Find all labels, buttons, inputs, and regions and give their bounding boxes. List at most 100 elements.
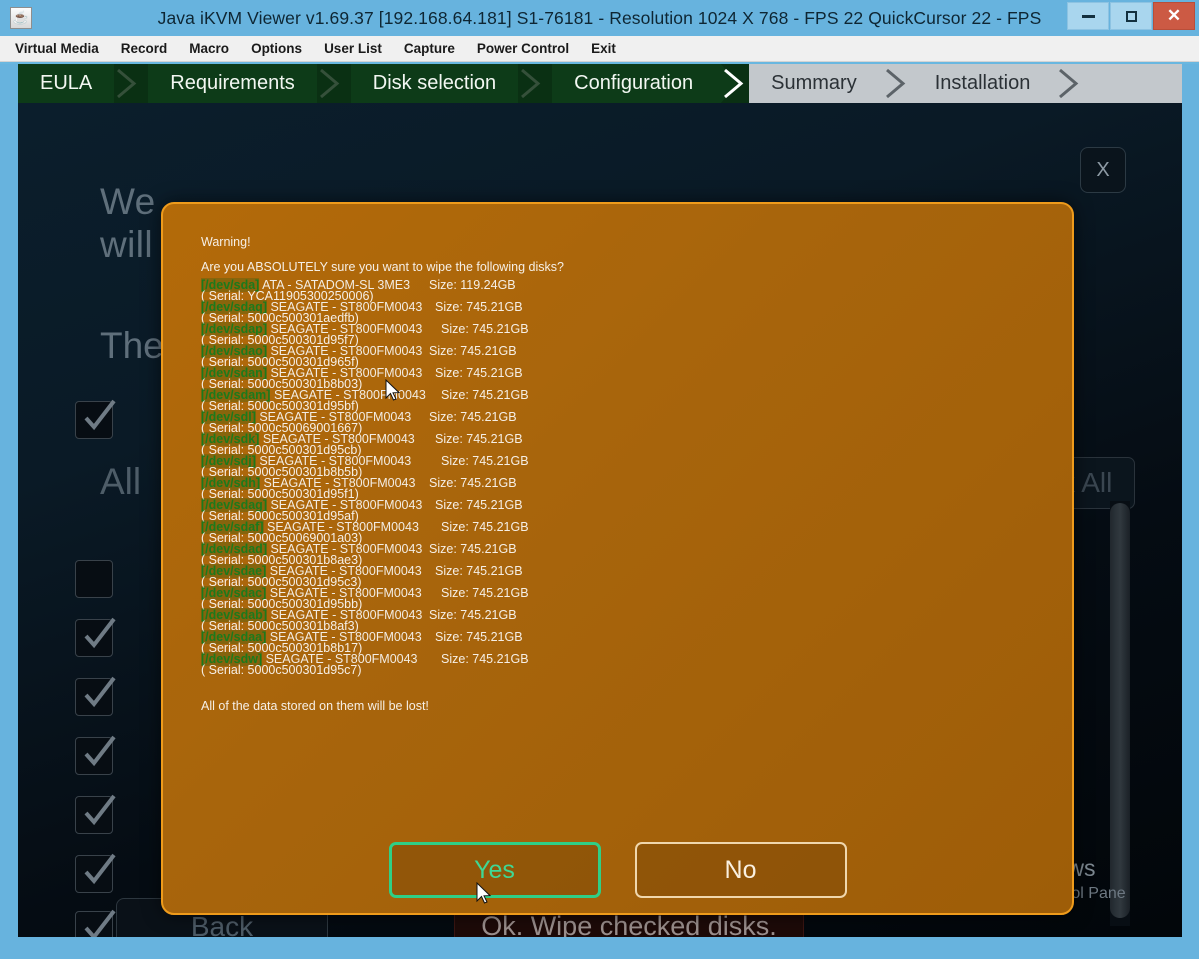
disk-size: Size: 745.21GB	[429, 410, 517, 424]
disk-entry: [/dev/sdad] SEAGATE - ST800FM0043Size: 7…	[201, 542, 1042, 564]
disk-checkbox[interactable]	[75, 737, 113, 775]
data-loss-notice: All of the data stored on them will be l…	[201, 699, 429, 713]
disk-entry: [/dev/sdae] SEAGATE - ST800FM0043Size: 7…	[201, 564, 1042, 586]
step-label: Requirements	[170, 72, 295, 95]
step-chevron-icon	[518, 64, 552, 103]
disk-checkbox[interactable]	[75, 911, 113, 937]
step-chevron-icon	[879, 64, 913, 103]
disk-checkbox[interactable]	[75, 401, 113, 439]
confirm-no-button[interactable]: No	[635, 842, 847, 898]
disk-size: Size: 745.21GB	[441, 586, 529, 600]
step-bar-filler	[1086, 64, 1182, 103]
close-window-button[interactable]: ✕	[1153, 2, 1195, 30]
checkmark-icon	[78, 732, 120, 774]
window-titlebar: ☕ Java iKVM Viewer v1.69.37 [192.168.64.…	[0, 0, 1199, 36]
disk-checkbox[interactable]	[75, 560, 113, 598]
step-chevron-icon	[715, 64, 749, 103]
menu-user-list[interactable]: User List	[313, 38, 393, 59]
checkmark-icon	[78, 614, 120, 656]
window-title: Java iKVM Viewer v1.69.37 [192.168.64.18…	[0, 8, 1199, 29]
ikvm-viewer-window: ☕ Java iKVM Viewer v1.69.37 [192.168.64.…	[0, 0, 1199, 959]
menu-exit[interactable]: Exit	[580, 38, 627, 59]
disk-checkbox[interactable]	[75, 619, 113, 657]
disk-entry: [/dev/sdaa] SEAGATE - ST800FM0043Size: 7…	[201, 630, 1042, 652]
disk-checkbox[interactable]	[75, 855, 113, 893]
step-label: Disk selection	[373, 72, 496, 95]
dialog-button-row: Yes No	[163, 842, 1072, 898]
menu-macro[interactable]: Macro	[178, 38, 240, 59]
step-disk-selection[interactable]: Disk selection	[351, 64, 518, 103]
disk-size: Size: 745.21GB	[441, 322, 529, 336]
wipe-confirmation-dialog: Warning! Are you ABSOLUTELY sure you wan…	[161, 202, 1074, 915]
disk-size: Size: 745.21GB	[429, 542, 517, 556]
installer-step-breadcrumb: EULA Requirements Disk selection Configu…	[18, 64, 1182, 103]
maximize-button[interactable]	[1110, 2, 1152, 30]
disk-serial: ( Serial: 5000c500301d95c7)	[201, 663, 362, 677]
disk-size: Size: 745.21GB	[435, 300, 523, 314]
confirmation-question: Are you ABSOLUTELY sure you want to wipe…	[201, 260, 564, 274]
close-icon: X	[1096, 159, 1109, 182]
select-all-label: All	[100, 461, 141, 503]
disk-checkbox[interactable]	[75, 678, 113, 716]
disk-entry: [/dev/sdw] SEAGATE - ST800FM0043Size: 74…	[201, 652, 1042, 674]
disk-entry: [/dev/sdl] SEAGATE - ST800FM0043Size: 74…	[201, 410, 1042, 432]
menu-power-control[interactable]: Power Control	[466, 38, 580, 59]
yes-label: Yes	[474, 856, 515, 885]
maximize-icon	[1126, 11, 1137, 22]
menu-options[interactable]: Options	[240, 38, 313, 59]
no-label: No	[725, 856, 757, 885]
disk-entry: [/dev/sdag] SEAGATE - ST800FM0043Size: 7…	[201, 498, 1042, 520]
disk-size: Size: 745.21GB	[441, 520, 529, 534]
checkmark-icon	[78, 850, 120, 892]
remote-console-viewport: EULA Requirements Disk selection Configu…	[18, 64, 1182, 937]
disk-entry: [/dev/sdaf] SEAGATE - ST800FM0043Size: 7…	[201, 520, 1042, 542]
minimize-icon	[1082, 15, 1095, 18]
disk-entry: [/dev/sdam] SEAGATE - ST800FM0043Size: 7…	[201, 388, 1042, 410]
menu-capture[interactable]: Capture	[393, 38, 466, 59]
disk-size: Size: 745.21GB	[435, 498, 523, 512]
step-summary[interactable]: Summary	[749, 64, 879, 103]
step-label: EULA	[40, 72, 92, 95]
step-chevron-icon	[114, 64, 148, 103]
viewer-statusbar	[0, 937, 1199, 959]
step-chevron-icon	[317, 64, 351, 103]
checkmark-icon	[78, 673, 120, 715]
step-installation[interactable]: Installation	[913, 64, 1053, 103]
console-right-edge	[1182, 64, 1199, 937]
disk-size: Size: 745.21GB	[441, 652, 529, 666]
menu-record[interactable]: Record	[110, 38, 179, 59]
disk-entry: [/dev/sdan] SEAGATE - ST800FM0043Size: 7…	[201, 366, 1042, 388]
confirm-yes-button[interactable]: Yes	[389, 842, 601, 898]
disk-entry: [/dev/sdab] SEAGATE - ST800FM0043Size: 7…	[201, 608, 1042, 630]
step-label: Summary	[771, 72, 857, 95]
disk-entry: [/dev/sdao] SEAGATE - ST800FM0043Size: 7…	[201, 344, 1042, 366]
disk-size: Size: 745.21GB	[435, 630, 523, 644]
disk-size: Size: 745.21GB	[435, 432, 523, 446]
warning-title: Warning!	[201, 235, 251, 249]
page-subheading: The	[100, 325, 164, 367]
close-page-button[interactable]: X	[1080, 147, 1126, 193]
menu-virtual-media[interactable]: Virtual Media	[4, 38, 110, 59]
application-menubar: Virtual Media Record Macro Options User …	[0, 36, 1199, 62]
checkmark-icon	[78, 396, 120, 438]
step-requirements[interactable]: Requirements	[148, 64, 317, 103]
disk-entry: [/dev/sdh] SEAGATE - ST800FM0043Size: 74…	[201, 476, 1042, 498]
checkmark-icon	[78, 906, 120, 937]
disk-entry: [/dev/sdk] SEAGATE - ST800FM0043Size: 74…	[201, 432, 1042, 454]
disk-entry: [/dev/sdap] SEAGATE - ST800FM0043Size: 7…	[201, 322, 1042, 344]
step-configuration[interactable]: Configuration	[552, 64, 715, 103]
disk-size: Size: 745.21GB	[435, 366, 523, 380]
close-icon: ✕	[1167, 6, 1181, 26]
disk-entry: [/dev/sdaq] SEAGATE - ST800FM0043Size: 7…	[201, 300, 1042, 322]
window-controls: ✕	[1066, 2, 1195, 30]
disk-entry: [/dev/sdac] SEAGATE - ST800FM0043Size: 7…	[201, 586, 1042, 608]
disk-list: [/dev/sda] ATA - SATADOM-SL 3ME3Size: 11…	[201, 278, 1042, 674]
disk-size: Size: 745.21GB	[441, 454, 529, 468]
checkmark-icon	[78, 791, 120, 833]
step-eula[interactable]: EULA	[18, 64, 114, 103]
minimize-button[interactable]	[1067, 2, 1109, 30]
disk-size: Size: 119.24GB	[429, 278, 516, 292]
disk-size: Size: 745.21GB	[429, 608, 517, 622]
page-heading: We will	[100, 181, 156, 267]
disk-checkbox[interactable]	[75, 796, 113, 834]
